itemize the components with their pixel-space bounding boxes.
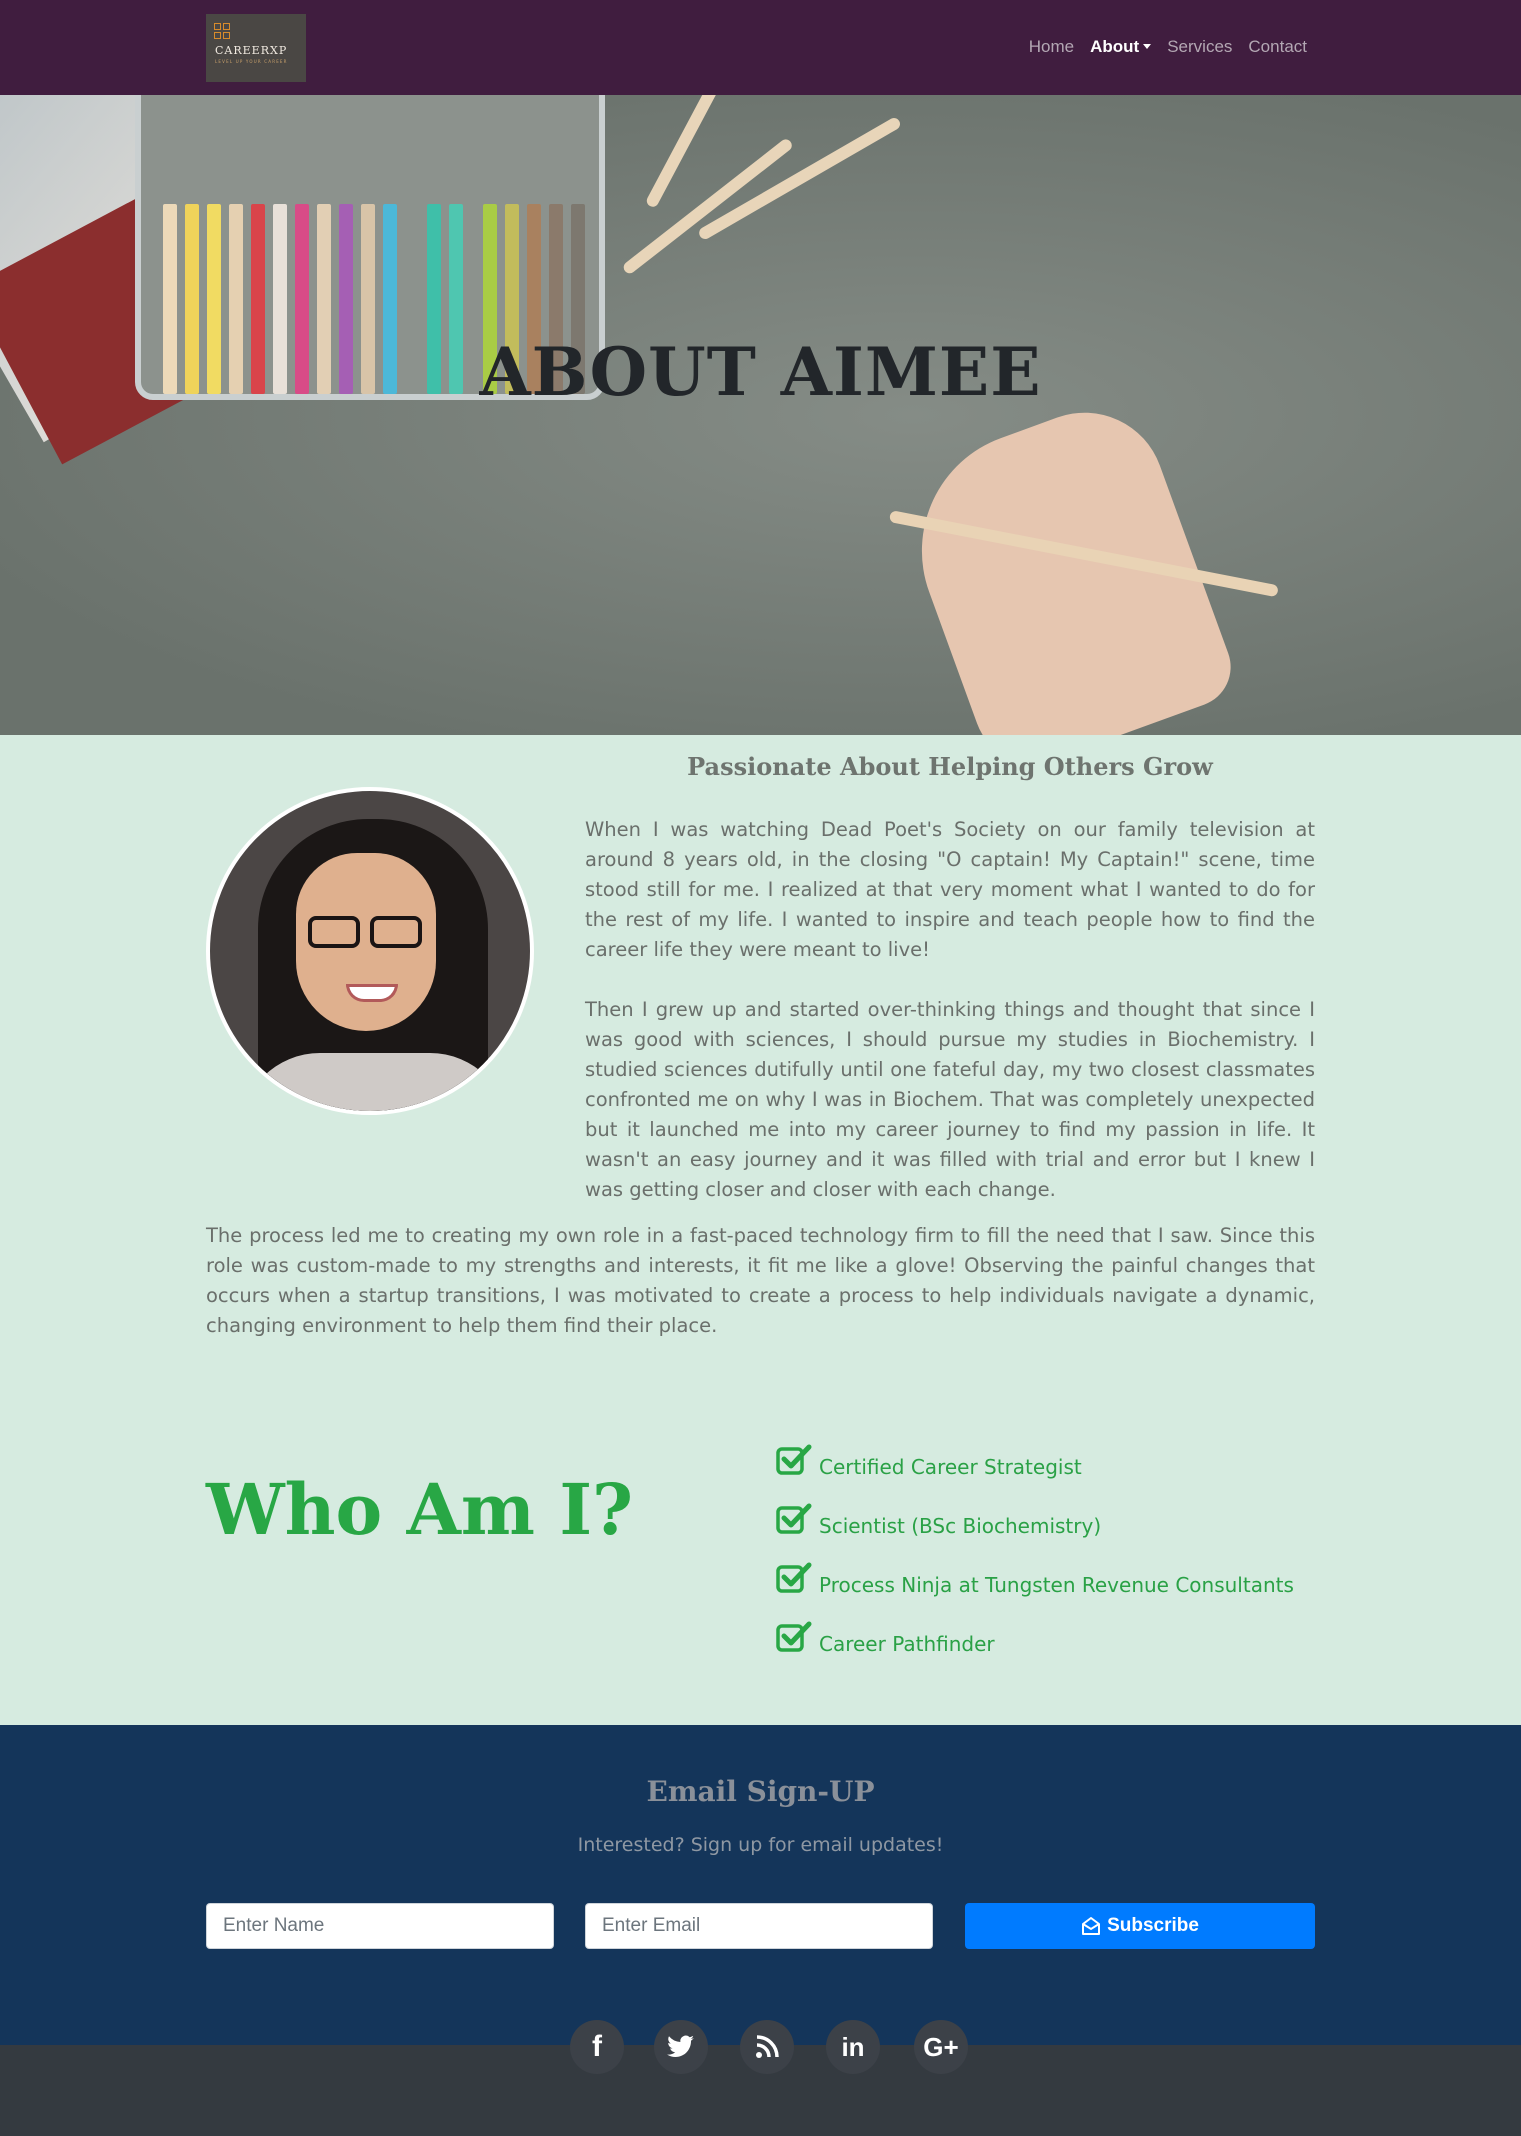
navbar: CAREERXP LEVEL UP YOUR CAREER Home About…	[0, 0, 1521, 95]
logo-grid-icon	[214, 23, 230, 39]
credential-label: Certified Career Strategist	[819, 1455, 1082, 1479]
facebook-icon[interactable]: f	[570, 2020, 624, 2074]
signup-title: Email Sign-UP	[646, 1775, 875, 1808]
subscribe-button[interactable]: Subscribe	[965, 1903, 1315, 1949]
who-am-i-title: Who Am I?	[206, 1468, 634, 1551]
nav-item-services[interactable]: Services	[1167, 37, 1232, 57]
check-square-icon	[776, 1503, 812, 1534]
nav-item-about[interactable]: About	[1090, 37, 1152, 57]
brand-logo[interactable]: CAREERXP LEVEL UP YOUR CAREER	[206, 14, 306, 82]
hero-banner: ABOUT AIMEE	[0, 95, 1521, 735]
name-field[interactable]	[206, 1903, 554, 1949]
social-links: f in G+	[0, 2020, 1521, 2074]
nav-item-about-label: About	[1090, 37, 1140, 56]
linkedin-icon[interactable]: in	[826, 2020, 880, 2074]
envelope-open-icon	[1082, 1917, 1101, 1935]
subscribe-button-label: Subscribe	[1107, 1915, 1199, 1936]
rss-icon[interactable]	[740, 2020, 794, 2074]
about-heading: Passionate About Helping Others Grow	[687, 752, 1213, 781]
brand-tagline: LEVEL UP YOUR CAREER	[215, 59, 288, 64]
signup-subtitle: Interested? Sign up for email updates!	[577, 1834, 944, 1856]
google-plus-icon[interactable]: G+	[914, 2020, 968, 2074]
email-field[interactable]	[585, 1903, 933, 1949]
email-signup-section: Email Sign-UP Interested? Sign up for em…	[0, 1725, 1521, 2045]
credential-label: Process Ninja at Tungsten Revenue Consul…	[819, 1573, 1294, 1597]
about-paragraph: The process led me to creating my own ro…	[206, 1224, 1315, 1337]
check-square-icon	[776, 1444, 812, 1475]
chevron-down-icon	[1143, 44, 1152, 49]
brand-name: CAREERXP	[215, 44, 288, 57]
check-square-icon	[776, 1562, 812, 1593]
nav-links: Home About Services Contact	[1029, 37, 1307, 57]
about-paragraph: Then I grew up and started over-thinking…	[585, 998, 1315, 1201]
nav-item-home[interactable]: Home	[1029, 37, 1074, 57]
credential-label: Scientist (BSc Biochemistry)	[819, 1514, 1102, 1538]
credential-label: Career Pathfinder	[819, 1632, 995, 1656]
nav-item-contact[interactable]: Contact	[1248, 37, 1307, 57]
twitter-icon[interactable]	[654, 2020, 708, 2074]
avatar	[206, 787, 534, 1115]
check-square-icon	[776, 1621, 812, 1652]
hero-title: ABOUT AIMEE	[479, 333, 1042, 411]
about-paragraph: When I was watching Dead Poet's Society …	[585, 818, 1315, 961]
